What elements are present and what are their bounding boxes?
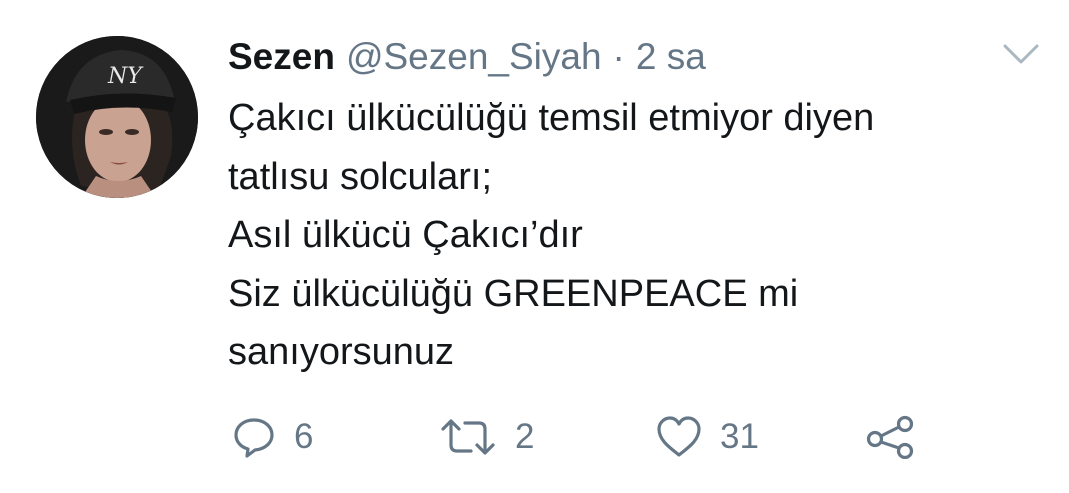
user-handle[interactable]: @Sezen_Siyah: [346, 36, 602, 78]
tweet-text-line: sanıyorsunuz: [228, 331, 455, 373]
tweet-text-line: Çakıcı ülkücülüğü temsil etmiyor diyen: [228, 97, 875, 139]
avatar[interactable]: NY: [36, 36, 198, 198]
like-count: 31: [720, 417, 759, 456]
retweet-icon: [441, 419, 495, 455]
heart-icon: [657, 416, 701, 457]
share-button[interactable]: [866, 412, 916, 462]
reply-button[interactable]: 6: [232, 412, 313, 462]
timestamp[interactable]: 2 sa: [636, 36, 706, 78]
separator-dot: ·: [612, 36, 625, 77]
profile-photo-icon: NY: [36, 36, 198, 198]
tweet: NY Sezen @Sezen_Siyah · 2 sa Çakıcı ülkü…: [0, 0, 1069, 493]
retweet-button[interactable]: 2: [439, 412, 534, 462]
tweet-text: Çakıcı ülkücülüğü temsil etmiyor diyen t…: [228, 89, 1028, 382]
tweet-text-line: tatlısu solcuları;: [228, 155, 492, 198]
tweet-text-line: Asıl ülkücü Çakıcı’dır: [228, 214, 583, 256]
reply-icon: [234, 418, 274, 458]
chevron-down-icon: [1003, 44, 1039, 64]
share-icon: [866, 415, 914, 459]
more-options-button[interactable]: [1002, 42, 1040, 66]
svg-text:NY: NY: [107, 64, 144, 89]
like-button[interactable]: 31: [656, 412, 759, 462]
display-name[interactable]: Sezen: [228, 36, 335, 78]
retweet-count: 2: [515, 417, 535, 456]
tweet-text-line: Siz ülkücülüğü GREENPEACE mi: [228, 272, 799, 315]
reply-count: 6: [294, 417, 314, 456]
tweet-header: Sezen @Sezen_Siyah · 2 sa: [228, 32, 706, 82]
tweet-actions: 6 2 31: [232, 412, 952, 462]
